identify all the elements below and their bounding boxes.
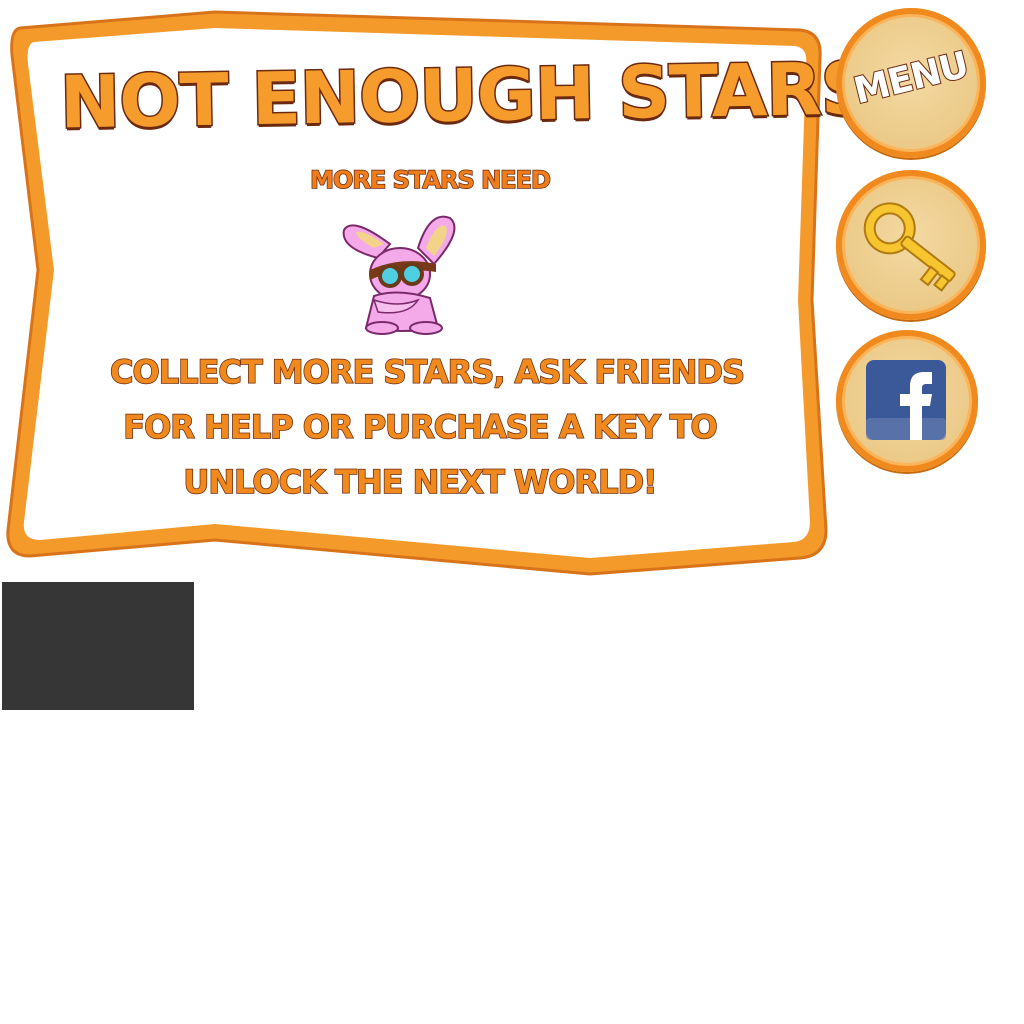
- dialog-title: NOT ENOUGH STARS!: [58, 44, 906, 146]
- dark-placeholder-panel: [2, 582, 194, 710]
- facebook-icon: [866, 360, 946, 440]
- message-line: FOR HELP OR PURCHASE A KEY TO: [122, 407, 718, 447]
- message-line: UNLOCK THE NEXT WORLD!: [183, 462, 659, 502]
- golden-key-icon: [863, 202, 956, 292]
- menu-button[interactable]: MENU: [836, 8, 986, 158]
- facebook-share-button[interactable]: [836, 330, 978, 472]
- menu-button-label: MENU: [849, 44, 973, 114]
- dialog-message: COLLECT MORE STARS, ASK FRIENDS FOR HELP…: [109, 345, 746, 510]
- message-line: COLLECT MORE STARS, ASK FRIENDS: [109, 352, 746, 392]
- buy-key-button[interactable]: [836, 170, 986, 320]
- pink-bunny-with-goggles-icon: [342, 215, 456, 335]
- dialog-subtitle: MORE STARS NEED: [309, 165, 551, 195]
